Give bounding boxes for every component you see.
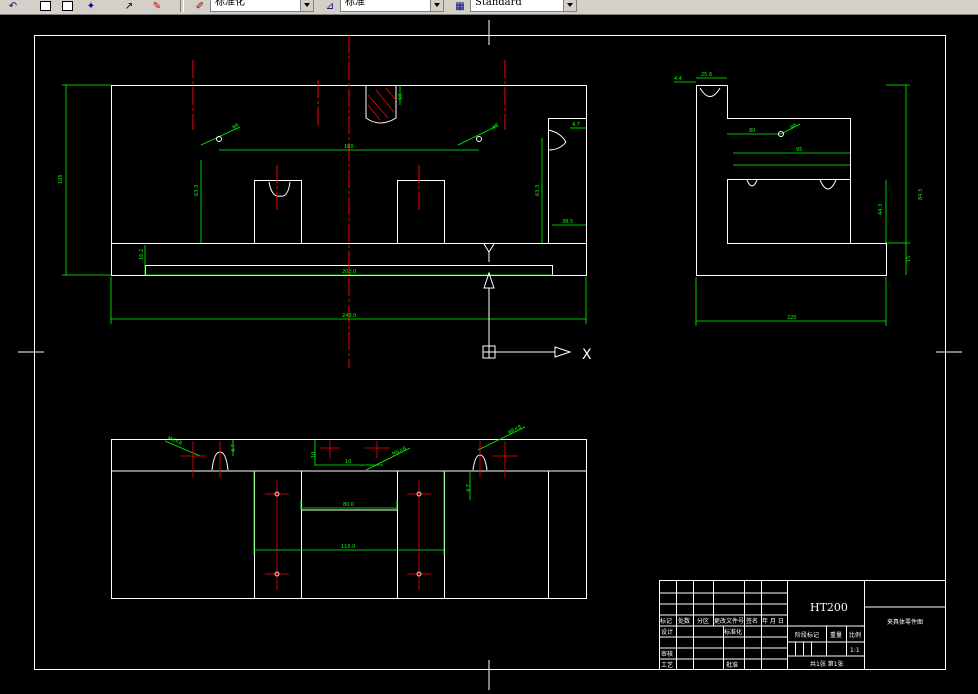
dim-right-h: 63.3	[535, 185, 541, 196]
dim-r: 4.7	[572, 122, 580, 128]
drawing-canvas[interactable]: 240.0 200.0 160 105 63.3 63.3 16.2 4.7 3…	[0, 15, 978, 694]
top-dim-inner-w: 80.0	[343, 502, 354, 508]
dim-hole-spacing: 160	[344, 144, 354, 150]
side-dim-top-offset: 4.4	[674, 76, 682, 82]
right-label-2: 比例	[849, 631, 861, 639]
chevron-down-icon[interactable]	[300, 0, 313, 11]
top-dim-v: 10	[311, 452, 317, 458]
row-label-2: 分区	[697, 617, 709, 625]
row-label-5: 年 月 日	[762, 617, 784, 625]
window-icon[interactable]	[60, 0, 74, 12]
side-dim-small-h: 15	[906, 256, 912, 262]
dim-hole-r: φ6	[491, 122, 499, 130]
ucs-icon	[482, 243, 572, 359]
right-label-1: 重量	[830, 631, 842, 639]
erase-icon[interactable]: ✎	[150, 0, 164, 12]
dimstyle-icon: ⊿	[325, 0, 335, 12]
dim-height: 105	[58, 174, 64, 184]
layer-combo[interactable]: 标准化	[210, 0, 314, 12]
dim-base: 16.2	[139, 249, 145, 260]
side-dim-mid: 95	[796, 147, 802, 153]
dim-width-total: 240.0	[342, 313, 356, 319]
axis-x-label: X	[582, 347, 592, 363]
row-label-3: 更改文件号	[714, 617, 744, 625]
top-dim-ang-3: φ6×8	[507, 424, 522, 435]
side-dim-height: 84.3	[918, 189, 924, 200]
properties-icon[interactable]: ✦	[84, 0, 98, 12]
pointer-icon[interactable]: ↗	[122, 0, 136, 12]
left-row-1: 审核	[661, 650, 673, 658]
dim-left-h: 63.3	[194, 185, 200, 196]
side-dim-inner-h: 44.3	[878, 204, 884, 215]
dim-slot: 38.5	[562, 219, 573, 225]
side-view	[696, 85, 887, 276]
front-dimensions	[62, 84, 587, 324]
side-dim-upper: 80	[749, 128, 755, 134]
chevron-down-icon[interactable]	[563, 0, 576, 11]
dim-top-slot: 10	[398, 94, 404, 100]
dim-inner: 200.0	[342, 269, 356, 275]
textstyle-combo-value: Standard	[475, 0, 522, 8]
top-dim-ang-2: M6×8	[391, 446, 407, 458]
dimstyle-combo-value: 标准	[345, 0, 365, 8]
side-dim-hole: φ6	[789, 122, 797, 130]
right-label-0: 阶段标记	[795, 631, 819, 639]
top-dim-slot: 10	[345, 459, 351, 465]
top-dim-h2: 4.7	[466, 484, 472, 492]
row-label-4: 签名	[746, 617, 758, 625]
title-material: HT200	[810, 601, 848, 614]
layer-icon: ✐	[195, 0, 205, 12]
row-label-0: 标记	[660, 617, 672, 625]
select-icon[interactable]	[38, 0, 52, 12]
mid-label-1: 批准	[726, 661, 738, 669]
dim-hole-l: φ6	[231, 122, 239, 130]
row-label-1: 处数	[678, 617, 690, 625]
left-row-0: 设计	[661, 628, 673, 636]
dimstyle-combo[interactable]: 标准	[340, 0, 444, 12]
textstyle-icon: ▦	[455, 0, 465, 12]
left-row-2: 工艺	[661, 661, 673, 669]
top-dim-outer-w: 110.0	[341, 544, 355, 550]
undo-icon[interactable]: ↶	[2, 0, 24, 12]
chevron-down-icon[interactable]	[430, 0, 443, 11]
cad-toolbar: ↶ ✦ ↗ ✎ ✐ 标准化 ⊿ 标准 ▦ Standard	[0, 0, 978, 15]
title-part-name: 夹具体零件图	[887, 618, 923, 626]
top-dim-h1: 4.7	[231, 444, 237, 452]
mid-label-0: 标准化	[724, 628, 742, 636]
side-dim-top-small: 25.6	[701, 72, 712, 78]
title-sheet: 共1张 第1张	[810, 660, 844, 668]
title-scale: 1:1	[850, 647, 860, 654]
textstyle-combo[interactable]: Standard	[470, 0, 577, 12]
side-dim-bottom: 220	[787, 315, 797, 321]
layer-combo-value: 标准化	[215, 0, 245, 8]
